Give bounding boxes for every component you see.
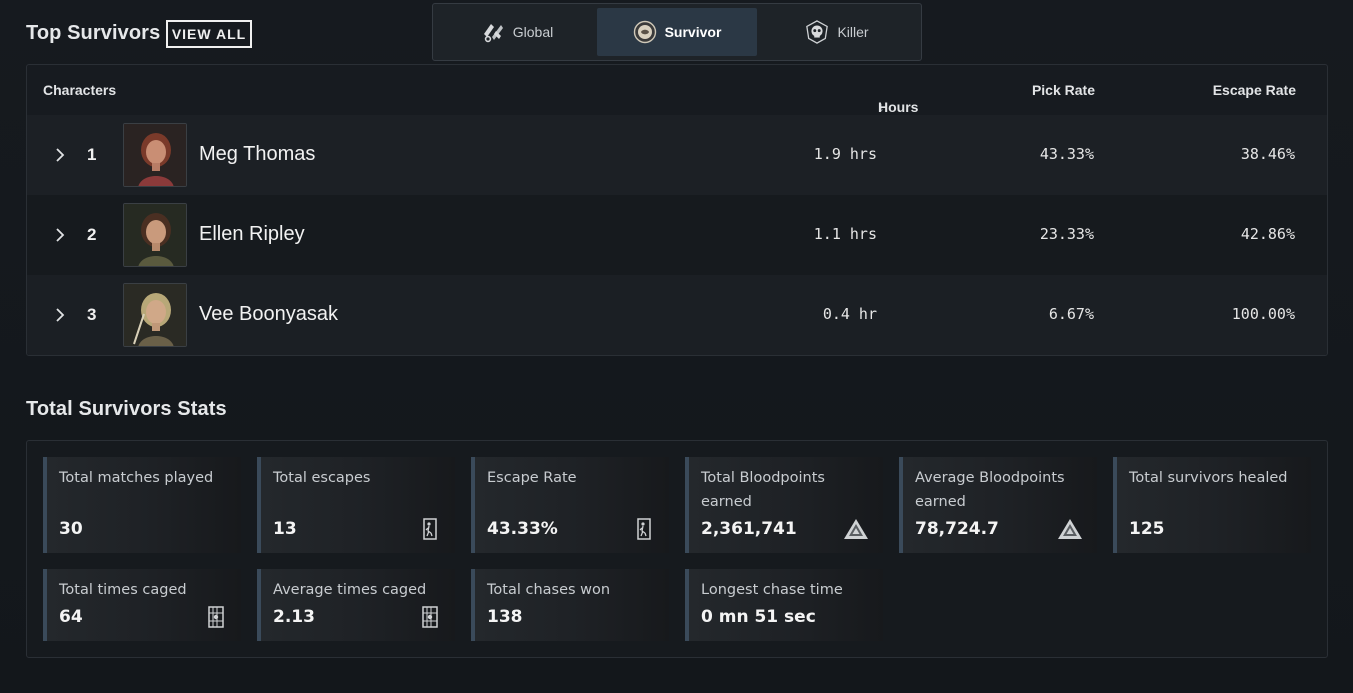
row-rank: 1 [87, 145, 97, 164]
exit-door-icon [419, 517, 441, 541]
character-portrait [123, 203, 187, 267]
tab-global-label: Global [512, 24, 554, 40]
global-role-icon [481, 20, 505, 44]
tab-killer[interactable]: Killer [757, 8, 917, 56]
table-row[interactable]: 1 Meg Thomas 1.9 hrs 43.33% 38.46% [27, 115, 1327, 195]
stat-value: 2.13 [273, 607, 315, 627]
cage-icon [205, 605, 227, 629]
tab-survivor-label: Survivor [664, 24, 722, 40]
stat-value: 138 [487, 607, 523, 627]
stat-survivors-healed: Total survivors healed 125 [1113, 457, 1311, 553]
stat-label: Total Bloodpoints earned [701, 470, 825, 510]
chevron-right-icon[interactable] [51, 142, 69, 168]
stat-label: Longest chase time [701, 582, 843, 598]
characters-table: Characters ↓ Hours played Pick Rate Esca… [26, 64, 1328, 356]
tab-killer-label: Killer [837, 24, 869, 40]
role-tabs: Global Survivor Killer [432, 3, 922, 61]
stat-label: Total times caged [59, 582, 187, 598]
row-rank: 2 [87, 225, 97, 244]
stat-value: 125 [1129, 519, 1165, 539]
stat-total-bloodpoints: Total Bloodpoints earned 2,361,741 [685, 457, 883, 553]
exit-door-icon [633, 517, 655, 541]
stat-value: 30 [59, 519, 83, 539]
stat-escape-rate: Escape Rate 43.33% [471, 457, 669, 553]
stat-times-caged: Total times caged 64 [43, 569, 241, 641]
stat-label: Total matches played [59, 470, 214, 486]
stat-label: Total survivors healed [1129, 470, 1288, 486]
stat-value: 78,724.7 [915, 519, 999, 539]
stat-label: Average Bloodpoints earned [915, 470, 1065, 510]
stat-chases-won: Total chases won 138 [471, 569, 669, 641]
bloodpoints-icon [843, 517, 869, 541]
character-name[interactable]: Meg Thomas [199, 143, 315, 166]
character-portrait [123, 123, 187, 187]
escape-rate-value: 38.46% [1240, 145, 1295, 163]
stat-value: 43.33% [487, 519, 558, 539]
stat-value: 2,361,741 [701, 519, 797, 539]
table-header: Characters ↓ Hours played Pick Rate Esca… [27, 65, 1327, 131]
stat-longest-chase: Longest chase time 0 mn 51 sec [685, 569, 883, 641]
killer-role-icon [805, 20, 829, 44]
stat-value: 13 [273, 519, 297, 539]
chevron-right-icon[interactable] [51, 222, 69, 248]
stat-label: Total chases won [487, 582, 611, 598]
column-characters: Characters [43, 82, 117, 98]
stat-total-matches: Total matches played 30 [43, 457, 241, 553]
row-rank: 3 [87, 305, 97, 324]
hours-played-value: 0.4 hr [822, 305, 877, 323]
hours-played-value: 1.9 hrs [813, 145, 877, 163]
character-name[interactable]: Ellen Ripley [199, 223, 305, 246]
stat-average-bloodpoints: Average Bloodpoints earned 78,724.7 [899, 457, 1097, 553]
cage-icon [419, 605, 441, 629]
escape-rate-value: 42.86% [1240, 225, 1295, 243]
character-portrait [123, 283, 187, 347]
column-escape-rate[interactable]: Escape Rate [1213, 82, 1296, 98]
escape-rate-value: 100.00% [1231, 305, 1295, 323]
tab-survivor[interactable]: Survivor [597, 8, 757, 56]
stat-average-times-caged: Average times caged 2.13 [257, 569, 455, 641]
chevron-right-icon[interactable] [51, 302, 69, 328]
stat-total-escapes: Total escapes 13 [257, 457, 455, 553]
table-row[interactable]: 3 Vee Boonyasak 0.4 hr 6.67% 100.00% [27, 275, 1327, 355]
page: Top Survivors VIEW ALL Global Survivor K… [0, 0, 1353, 693]
stat-label: Escape Rate [487, 470, 577, 486]
stat-value: 64 [59, 607, 83, 627]
view-all-button[interactable]: VIEW ALL [166, 20, 252, 48]
character-name[interactable]: Vee Boonyasak [199, 303, 338, 326]
pick-rate-value: 6.67% [1048, 305, 1094, 323]
pick-rate-value: 23.33% [1039, 225, 1094, 243]
top-survivors-title: Top Survivors [26, 22, 161, 44]
table-row[interactable]: 2 Ellen Ripley 1.1 hrs 23.33% 42.86% [27, 195, 1327, 275]
bloodpoints-icon [1057, 517, 1083, 541]
stats-card: Total matches played 30 Total escapes 13… [26, 440, 1328, 658]
stat-label: Average times caged [273, 582, 427, 598]
total-survivors-stats-title: Total Survivors Stats [26, 398, 227, 420]
stat-label: Total escapes [273, 470, 371, 486]
hours-played-value: 1.1 hrs [813, 225, 877, 243]
column-pick-rate[interactable]: Pick Rate [1032, 82, 1095, 98]
pick-rate-value: 43.33% [1039, 145, 1094, 163]
survivor-role-icon [633, 20, 657, 44]
stat-value: 0 mn 51 sec [701, 607, 816, 627]
tab-global[interactable]: Global [437, 8, 597, 56]
